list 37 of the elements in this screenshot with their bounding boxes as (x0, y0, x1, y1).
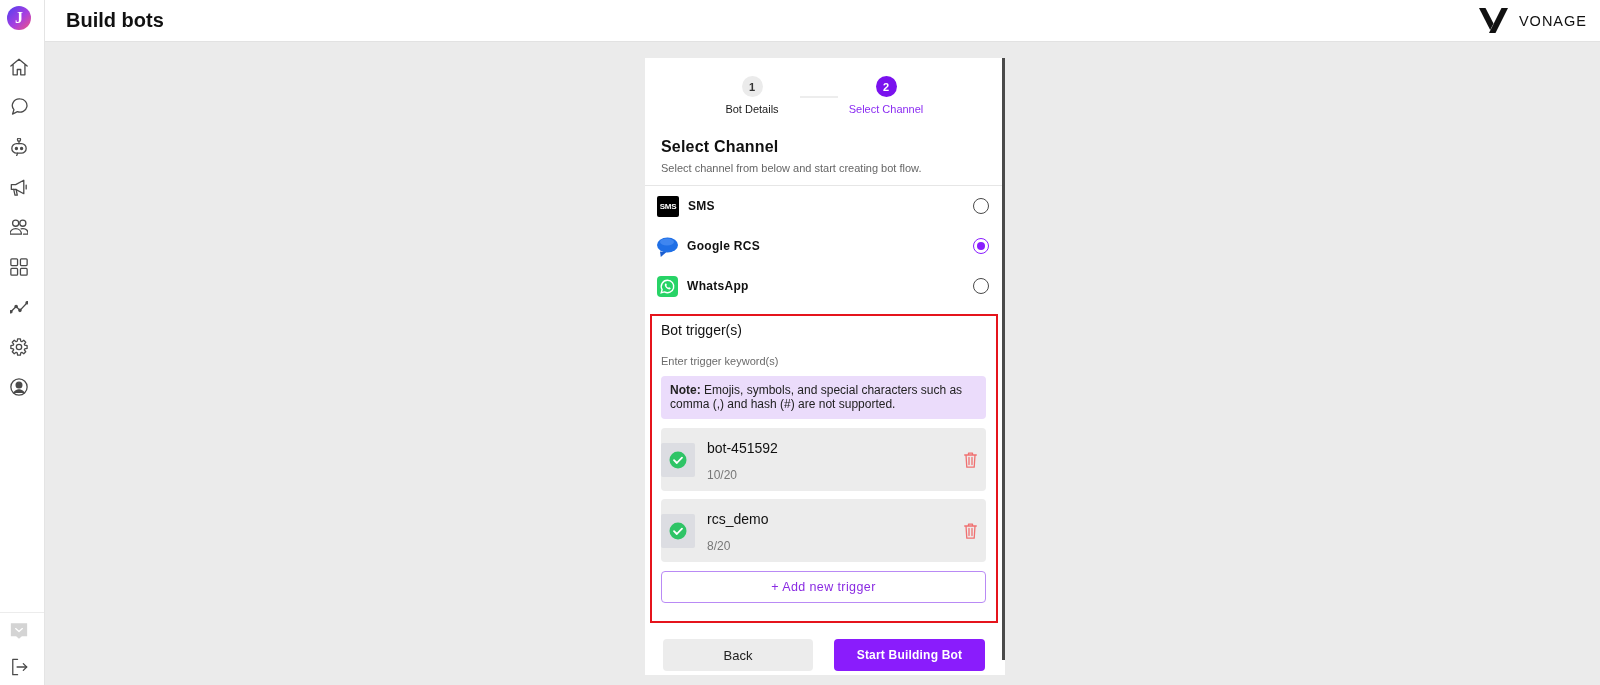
section-title: Bot trigger(s) (661, 322, 743, 339)
channel-name: SMS (688, 199, 715, 213)
app-logo: J (7, 6, 31, 30)
step-label: Bot Details (725, 103, 779, 116)
megaphone-icon[interactable] (10, 178, 28, 196)
grid-icon[interactable] (10, 258, 28, 276)
chat-bubble-icon (657, 235, 678, 257)
phone-bubble-icon (657, 275, 678, 297)
note-message: Note: Emojis, symbols, and special characters such as comma (,) and hash (#) are not supported. (661, 376, 986, 419)
section-subtitle: Select channel from below and start creating bot flow. (661, 161, 922, 175)
scrollbar-thumb[interactable] (1002, 58, 1005, 660)
logout-icon[interactable] (10, 658, 28, 676)
line-chart-icon[interactable] (10, 298, 28, 316)
trigger-keyword: rcs_demo (707, 511, 769, 528)
chat-bubble-icon[interactable] (10, 98, 28, 116)
logo-mark-icon (1478, 8, 1509, 33)
start-button[interactable]: Start Building Bot (834, 639, 985, 671)
brand-name: VONAGE (1518, 12, 1587, 29)
people-icon[interactable] (10, 218, 28, 236)
settings-icon[interactable] (10, 338, 28, 356)
field-label: Enter trigger keyword(s) (661, 354, 780, 368)
trigger-keyword: bot-451592 (707, 440, 778, 457)
home-icon[interactable] (10, 58, 28, 76)
user-circle-icon[interactable] (10, 378, 28, 396)
character-count: 10/20 (707, 468, 738, 482)
step-label: Select Channel (848, 103, 924, 116)
section-title: Select Channel (661, 137, 779, 157)
back-button[interactable]: Back (663, 639, 813, 671)
step-number: 1 (741, 76, 763, 97)
channel-name: WhatsApp (687, 279, 749, 293)
channel-name: Google RCS (687, 239, 760, 253)
character-count: 8/20 (707, 539, 731, 553)
step-number: 2 (875, 76, 897, 97)
robot-icon[interactable] (10, 138, 28, 156)
sms-logo: SMS (657, 195, 679, 217)
page-title: Build bots (66, 9, 164, 32)
add-trigger-button[interactable]: + Add new trigger (661, 571, 986, 603)
